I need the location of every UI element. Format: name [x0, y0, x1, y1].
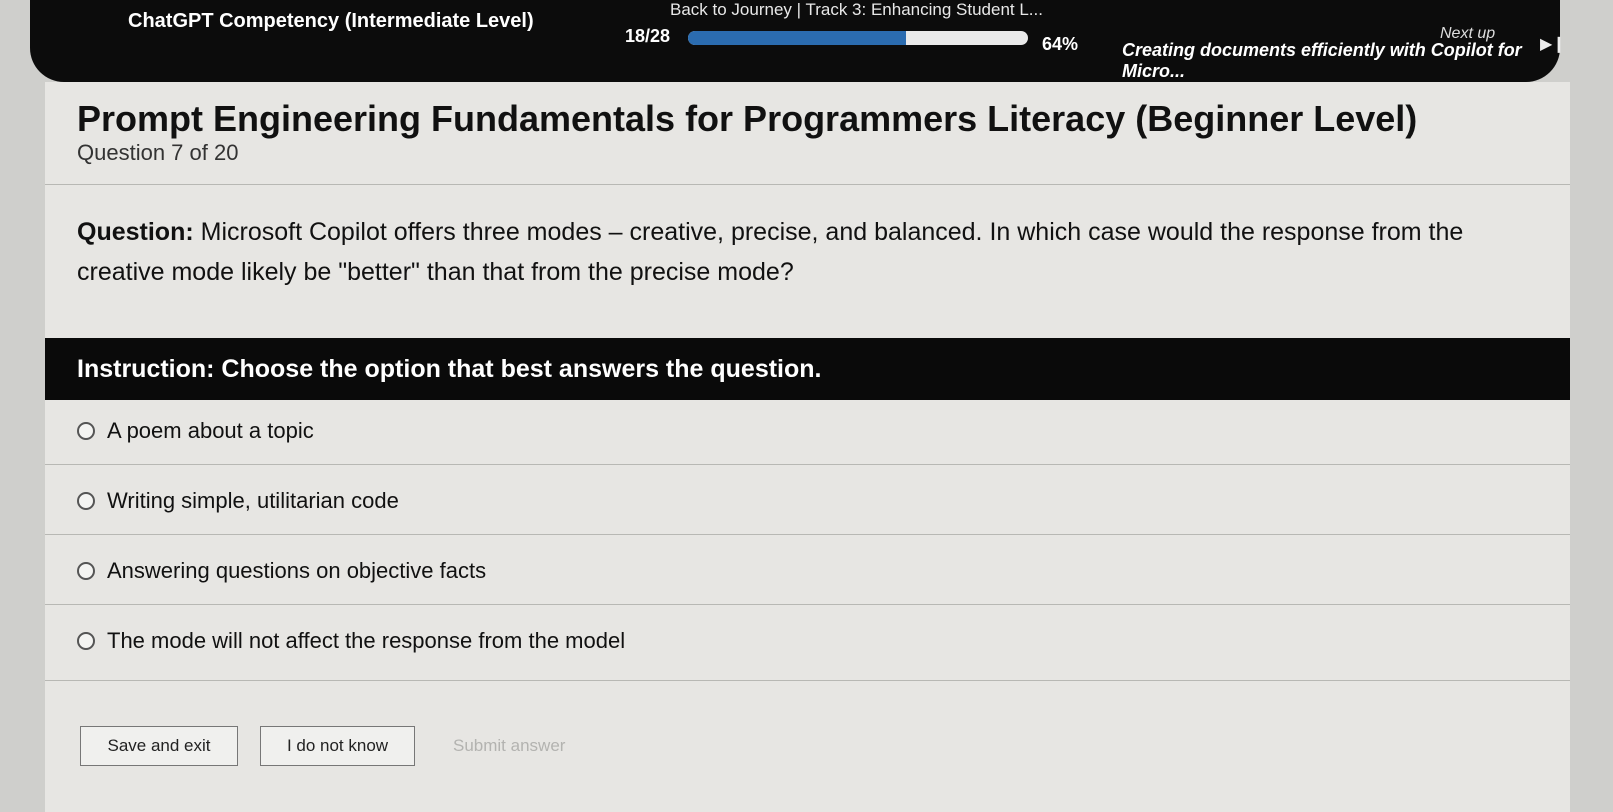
question-card: Prompt Engineering Fundamentals for Prog…: [45, 82, 1570, 812]
progress-count: 18/28: [625, 26, 671, 46]
option-4[interactable]: The mode will not affect the response fr…: [77, 624, 625, 658]
option-label: A poem about a topic: [107, 418, 314, 443]
option-3[interactable]: Answering questions on objective facts: [77, 554, 486, 588]
course-title: ChatGPT Competency (Intermediate Level): [128, 10, 534, 32]
question-body: Microsoft Copilot offers three modes – c…: [77, 218, 1464, 286]
progress-bar: [688, 31, 1028, 45]
question-text: Question: Microsoft Copilot offers three…: [77, 212, 1497, 292]
divider: [45, 464, 1570, 465]
submit-answer-button[interactable]: Submit answer: [453, 726, 565, 766]
divider: [45, 680, 1570, 681]
option-label: The mode will not affect the response fr…: [107, 628, 626, 653]
skip-next-icon[interactable]: ▶❙: [1540, 34, 1566, 54]
divider: [45, 604, 1570, 605]
radio-button[interactable]: [77, 422, 95, 440]
progress-percent: 64%: [1042, 34, 1079, 54]
i-do-not-know-button[interactable]: I do not know: [260, 726, 415, 766]
radio-button[interactable]: [77, 562, 95, 580]
radio-button[interactable]: [77, 492, 95, 510]
divider: [45, 184, 1570, 185]
radio-button[interactable]: [77, 632, 95, 650]
question-prefix: Question:: [77, 218, 194, 246]
progress-bar-fill: [688, 31, 906, 45]
instruction-banner: Instruction: Choose the option that best…: [45, 338, 1570, 400]
save-and-exit-button[interactable]: Save and exit: [80, 726, 238, 766]
back-to-journey-link[interactable]: Back to Journey | Track 3: Enhancing Stu…: [670, 0, 1043, 20]
option-1[interactable]: A poem about a topic: [77, 414, 314, 448]
question-counter: Question 7 of 20: [77, 140, 239, 165]
option-label: Answering questions on objective facts: [107, 558, 487, 583]
top-bar: ChatGPT Competency (Intermediate Level) …: [30, 0, 1566, 82]
divider: [45, 534, 1570, 535]
option-2[interactable]: Writing simple, utilitarian code: [77, 484, 399, 518]
option-label: Writing simple, utilitarian code: [107, 488, 399, 513]
page-title: Prompt Engineering Fundamentals for Prog…: [77, 98, 1418, 139]
next-up-title[interactable]: Creating documents efficiently with Copi…: [1122, 40, 1560, 82]
